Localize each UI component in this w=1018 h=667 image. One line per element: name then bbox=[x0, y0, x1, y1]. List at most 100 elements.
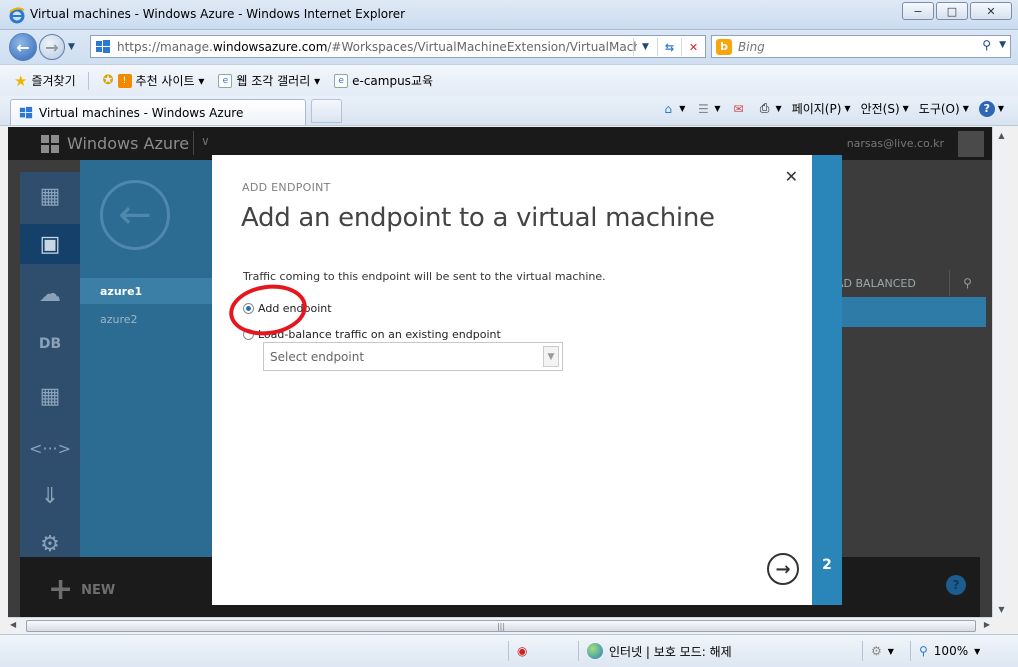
address-url[interactable]: https://manage.windowsazure.com/#Workspa… bbox=[117, 40, 637, 54]
back-button[interactable]: ← bbox=[9, 33, 37, 61]
vertical-scrollbar[interactable]: ▲ ▼ bbox=[992, 127, 1010, 617]
url-prefix: https://manage. bbox=[117, 39, 213, 54]
option-load-balance[interactable]: Load-balance traffic on an existing endp… bbox=[243, 328, 501, 341]
storage-icon[interactable]: ▦ bbox=[30, 376, 70, 416]
windows-logo-icon bbox=[19, 106, 33, 118]
sql-database-icon[interactable]: DB bbox=[30, 324, 70, 364]
privacy-report[interactable]: ◉ bbox=[508, 641, 527, 661]
new-tab-button[interactable] bbox=[311, 99, 342, 123]
arrow-right-icon: → bbox=[775, 558, 791, 580]
address-bar[interactable]: https://manage.windowsazure.com/#Workspa… bbox=[90, 35, 706, 58]
dialog-title: Add an endpoint to a virtual machine bbox=[241, 203, 715, 233]
import-export-icon[interactable]: ⇓ bbox=[30, 476, 70, 516]
zoom-control[interactable]: ⚲ 100% ▼ bbox=[910, 641, 980, 661]
scroll-right-icon[interactable]: ▶ bbox=[984, 620, 990, 629]
option-add-endpoint[interactable]: Add endpoint bbox=[243, 302, 332, 315]
scroll-down-icon[interactable]: ▼ bbox=[993, 601, 1010, 617]
print-button[interactable]: ⎙ ▼ bbox=[757, 101, 782, 117]
radio-add-endpoint[interactable] bbox=[243, 303, 254, 314]
favorite-web-slice-gallery[interactable]: e 웹 조각 갤러리 ▾ bbox=[218, 72, 320, 89]
tab-virtual-machines[interactable]: Virtual machines - Windows Azure bbox=[10, 99, 306, 125]
endpoint-select[interactable]: Select endpoint ▼ bbox=[263, 342, 563, 371]
chevron-down-icon[interactable]: ∨ bbox=[201, 134, 210, 148]
star-icon: ★ bbox=[14, 71, 28, 90]
ie-page-icon: e bbox=[334, 73, 349, 88]
search-input[interactable] bbox=[738, 39, 968, 54]
address-row: ← → ▼ https://manage.windowsazure.com/#W… bbox=[0, 30, 1018, 64]
close-button[interactable]: ✕ bbox=[970, 2, 1012, 20]
azure-logo[interactable]: Windows Azure bbox=[41, 134, 189, 153]
tools-menu[interactable]: 도구(O) ▼ bbox=[919, 100, 969, 117]
favorite-e-campus[interactable]: e e-campus교육 bbox=[334, 72, 433, 89]
back-arrow-icon[interactable]: ← bbox=[100, 180, 170, 250]
tools-menu-label: 도구(O) bbox=[918, 102, 960, 116]
vm-list-item-azure1[interactable]: azure1 bbox=[80, 278, 212, 304]
step-number: 2 bbox=[822, 557, 832, 573]
feeds-button[interactable]: ☰ ▼ bbox=[695, 101, 721, 117]
new-button[interactable]: + NEW bbox=[48, 575, 115, 605]
radio-load-balance[interactable] bbox=[243, 329, 254, 340]
table-row[interactable] bbox=[836, 297, 986, 327]
protected-mode-settings[interactable]: ⚙ ▼ bbox=[862, 641, 894, 661]
page-viewport: Windows Azure ∨ narsas@live.co.kr ▦ ▣ ☁ … bbox=[8, 127, 992, 617]
search-box[interactable]: b ⚲ ▼ bbox=[711, 35, 1011, 58]
title-bar: Virtual machines - Windows Azure - Windo… bbox=[0, 0, 1018, 30]
avatar[interactable] bbox=[958, 131, 984, 157]
safety-menu-label: 안전(S) bbox=[860, 102, 900, 116]
security-zone-label: 인터넷 | 보호 모드: 해제 bbox=[609, 644, 732, 659]
user-email[interactable]: narsas@live.co.kr bbox=[847, 137, 944, 150]
help-menu[interactable]: ? ▼ bbox=[978, 100, 1004, 117]
endpoint-select-value: Select endpoint bbox=[270, 349, 365, 364]
history-dropdown-icon[interactable]: ▼ bbox=[68, 42, 75, 52]
scroll-up-icon[interactable]: ▲ bbox=[993, 127, 1010, 143]
virtual-machines-icon[interactable]: ▣ bbox=[20, 224, 80, 264]
scroll-thumb[interactable]: ||| bbox=[26, 620, 976, 632]
favorite-label: 웹 조각 갤러리 ▾ bbox=[236, 74, 321, 88]
windows-flag-icon bbox=[41, 134, 59, 153]
page-menu[interactable]: 페이지(P) ▼ bbox=[792, 100, 851, 117]
home-icon: ⌂ bbox=[664, 101, 673, 116]
zoom-icon: ⚲ bbox=[919, 644, 928, 658]
cloud-services-icon[interactable]: ☁ bbox=[30, 274, 70, 314]
arrow-right-icon: → bbox=[45, 37, 59, 57]
next-button[interactable]: → bbox=[767, 553, 799, 585]
search-dropdown-icon[interactable]: ▼ bbox=[999, 40, 1006, 52]
forward-button[interactable]: → bbox=[39, 34, 65, 60]
favorites-button[interactable]: ★ 즐겨찾기 bbox=[14, 72, 76, 90]
networks-icon[interactable]: <···> bbox=[29, 428, 71, 468]
option-add-endpoint-label: Add endpoint bbox=[258, 302, 332, 315]
ie-logo-icon bbox=[9, 7, 25, 24]
scroll-left-icon[interactable]: ◀ bbox=[10, 620, 16, 629]
safety-menu[interactable]: 안전(S) ▼ bbox=[861, 100, 909, 117]
horizontal-scrollbar[interactable]: ◀ ||| ▶ bbox=[8, 617, 992, 634]
command-bar: ⌂ ▼ ☰ ▼ ✉ ⎙ ▼ 페이지(P) ▼ 안전(S) ▼ 도구(O) ▼ ? ▼ bbox=[660, 100, 1004, 117]
minimize-button[interactable]: − bbox=[902, 2, 934, 20]
search-icon[interactable]: ⚲ bbox=[949, 270, 985, 296]
favorite-suggested-sites[interactable]: ✪ ! 추천 사이트 ▾ bbox=[103, 72, 205, 89]
settings-icon: ⚙ bbox=[871, 644, 882, 658]
vm-list-item-azure2[interactable]: azure2 bbox=[80, 306, 212, 332]
chevron-down-icon: ▼ bbox=[714, 104, 721, 113]
chevron-down-icon[interactable]: ▼ bbox=[543, 346, 559, 367]
security-zone[interactable]: 인터넷 | 보호 모드: 해제 bbox=[578, 641, 732, 661]
windows-logo-icon bbox=[96, 39, 110, 53]
favorites-bar: ★ 즐겨찾기 ✪ ! 추천 사이트 ▾ e 웹 조각 갤러리 ▾ e e-cam… bbox=[0, 64, 1018, 96]
stop-icon[interactable]: ✕ bbox=[681, 38, 705, 56]
chevron-down-icon: ▼ bbox=[887, 646, 894, 656]
mail-button[interactable]: ✉ bbox=[731, 101, 747, 117]
dialog-step-strip: 2 bbox=[812, 155, 842, 605]
dialog-close-icon[interactable]: ✕ bbox=[785, 167, 798, 186]
divider bbox=[87, 71, 89, 90]
chevron-down-icon: ▼ bbox=[997, 104, 1004, 113]
search-icon[interactable]: ⚲ bbox=[982, 38, 991, 52]
help-icon[interactable]: ? bbox=[946, 575, 966, 595]
refresh-icon[interactable]: ⇆ bbox=[657, 38, 681, 56]
help-icon: ? bbox=[978, 100, 995, 117]
home-button[interactable]: ⌂ ▼ bbox=[660, 101, 685, 117]
divider bbox=[193, 131, 194, 155]
address-dropdown-icon[interactable]: ▼ bbox=[633, 38, 657, 56]
all-items-icon[interactable]: ▦ bbox=[30, 176, 70, 216]
maximize-button[interactable]: □ bbox=[936, 2, 968, 20]
bing-icon: b bbox=[716, 38, 732, 55]
url-host: windowsazure.com bbox=[212, 39, 328, 54]
